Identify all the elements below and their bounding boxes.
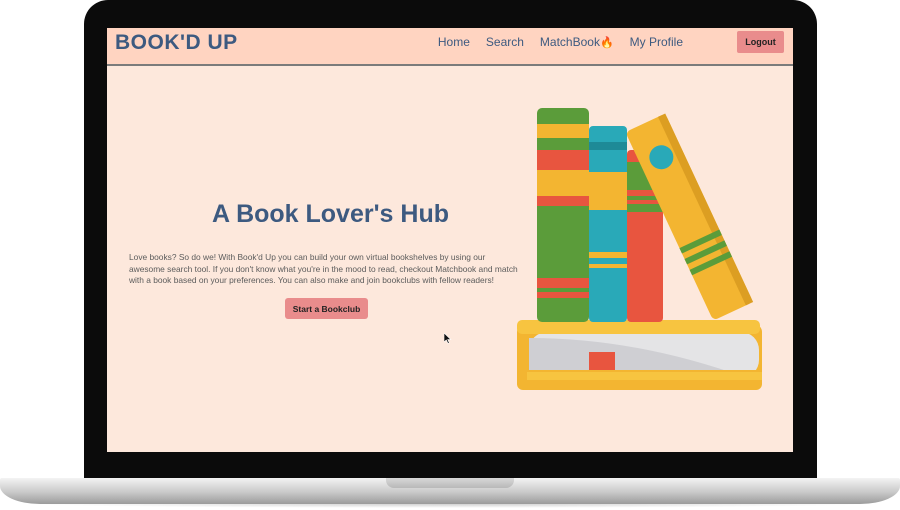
green-book <box>537 108 589 322</box>
nav-link-matchbook-label: MatchBook <box>539 35 600 49</box>
hero-title: A Book Lover's Hub <box>212 200 449 228</box>
nav-link-search[interactable]: Search <box>486 35 524 50</box>
nav-link-matchbook[interactable]: MatchBook🔥 <box>540 35 614 50</box>
hero-description: Love books? So do we! With Book'd Up you… <box>129 252 518 285</box>
lying-book <box>517 320 762 390</box>
laptop-notch <box>386 478 514 488</box>
nav-links: Home Search MatchBook🔥 My Profile <box>438 35 683 50</box>
navbar: BOOK'D UP Home Search MatchBook🔥 My Prof… <box>107 28 793 66</box>
site-logo[interactable]: BOOK'D UP <box>115 31 238 55</box>
flame-icon: 🔥 <box>599 37 614 49</box>
mouse-cursor-icon <box>444 333 452 344</box>
nav-link-home[interactable]: Home <box>438 35 470 50</box>
logout-button[interactable]: Logout <box>737 31 784 53</box>
browser-screen: BOOK'D UP Home Search MatchBook🔥 My Prof… <box>107 28 793 452</box>
teal-book <box>589 126 627 322</box>
books-illustration <box>517 108 762 390</box>
nav-link-my-profile[interactable]: My Profile <box>630 35 683 50</box>
start-bookclub-button[interactable]: Start a Bookclub <box>285 298 368 319</box>
